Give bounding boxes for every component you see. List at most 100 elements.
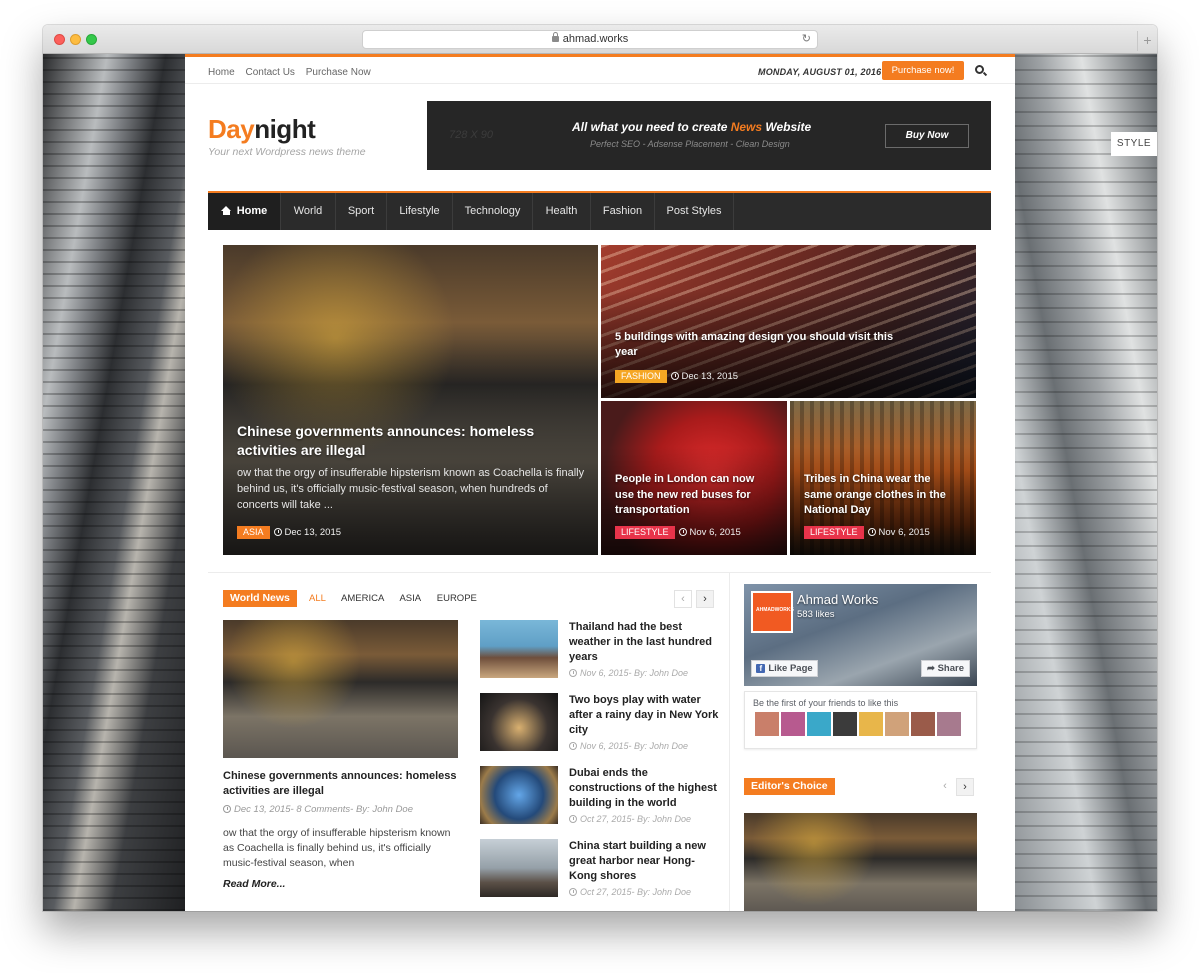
avatar[interactable]	[885, 712, 909, 736]
like-page-button[interactable]: f Like Page	[751, 660, 818, 677]
nav-item-world[interactable]: World	[281, 193, 336, 230]
featured-post-meta: FASHION Dec 13, 2015	[615, 370, 738, 383]
avatar[interactable]	[911, 712, 935, 736]
facebook-page-avatar[interactable]: AHMADWORKS	[751, 591, 794, 633]
category-tag[interactable]: LIFESTYLE	[804, 526, 864, 539]
featured-post-top-right[interactable]: 5 buildings with amazing design you shou…	[601, 245, 976, 398]
site-inner: Home Contact Us Purchase Now MONDAY, AUG…	[185, 54, 1015, 911]
filter-all[interactable]: ALL	[309, 593, 326, 604]
top-link-purchase[interactable]: Purchase Now	[306, 67, 371, 78]
post-thumbnail[interactable]	[480, 839, 558, 897]
zoom-window-button[interactable]	[86, 34, 97, 45]
facebook-icon: f	[756, 663, 766, 673]
post-thumbnail[interactable]	[480, 693, 558, 751]
friends-prompt: Be the first of your friends to like thi…	[753, 698, 899, 708]
address-bar[interactable]: ahmad.works ↻	[362, 30, 818, 49]
style-switcher-tab[interactable]: STYLE	[1111, 132, 1157, 156]
list-item[interactable]: Thailand had the best weather in the las…	[480, 620, 720, 682]
post-title[interactable]: China start building a new great harbor …	[569, 839, 719, 884]
search-icon[interactable]	[975, 65, 984, 74]
list-item[interactable]: Two boys play with water after a rainy d…	[480, 693, 720, 755]
post-title[interactable]: Dubai ends the constructions of the high…	[569, 766, 719, 811]
avatar[interactable]	[781, 712, 805, 736]
nav-item-lifestyle[interactable]: Lifestyle	[387, 193, 453, 230]
clock-icon	[569, 669, 577, 677]
share-label: Share	[937, 663, 964, 674]
read-more-link[interactable]: Read More...	[223, 878, 285, 890]
home-icon	[220, 206, 232, 215]
world-news-main-image[interactable]	[223, 620, 458, 758]
top-link-contact[interactable]: Contact Us	[245, 67, 294, 78]
category-tag[interactable]: LIFESTYLE	[615, 526, 675, 539]
next-arrow-button[interactable]: ›	[696, 590, 714, 608]
ad-banner[interactable]: 728 X 90 All what you need to create New…	[427, 101, 991, 170]
avatar[interactable]	[755, 712, 779, 736]
featured-main-title[interactable]: Chinese governments announces: homeless …	[237, 422, 567, 460]
featured-post-bottom-left[interactable]: People in London can now use the new red…	[601, 401, 787, 555]
banner-size-label: 728 X 90	[449, 129, 494, 141]
category-tag[interactable]: ASIA	[237, 526, 270, 539]
list-item[interactable]: China start building a new great harbor …	[480, 839, 720, 901]
banner-headline-pre: All what you need to create	[572, 120, 731, 134]
top-bar: Home Contact Us Purchase Now MONDAY, AUG…	[185, 57, 1015, 84]
clock-icon	[867, 528, 876, 536]
friend-avatars	[755, 712, 963, 741]
reload-icon[interactable]: ↻	[802, 31, 811, 48]
world-news-main-title[interactable]: Chinese governments announces: homeless …	[223, 769, 463, 799]
nav-item-home[interactable]: Home	[208, 193, 281, 230]
prev-arrow-button[interactable]: ‹	[674, 590, 692, 608]
featured-post-title[interactable]: Tribes in China wear the same orange clo…	[804, 472, 954, 519]
site-logo[interactable]: Daynight	[208, 114, 316, 145]
avatar[interactable]	[859, 712, 883, 736]
category-tag[interactable]: FASHION	[615, 370, 667, 383]
logo-part-2: night	[254, 114, 316, 144]
buy-now-button[interactable]: Buy Now	[885, 124, 969, 148]
filter-america[interactable]: AMERICA	[341, 593, 384, 604]
nav-item-technology[interactable]: Technology	[453, 193, 533, 230]
facebook-page-widget[interactable]: AHMADWORKS Ahmad Works 583 likes f Like P…	[744, 584, 977, 686]
nav-item-fashion[interactable]: Fashion	[591, 193, 655, 230]
editors-prev-arrow[interactable]: ‹	[936, 778, 954, 796]
site-tagline: Your next Wordpress news theme	[208, 146, 366, 158]
filter-asia[interactable]: ASIA	[399, 593, 421, 604]
post-thumbnail[interactable]	[480, 620, 558, 678]
banner-headline-post: Website	[762, 120, 812, 134]
featured-post-bottom-right[interactable]: Tribes in China wear the same orange clo…	[790, 401, 976, 555]
post-title[interactable]: Thailand had the best weather in the las…	[569, 620, 719, 665]
list-item[interactable]: Dubai ends the constructions of the high…	[480, 766, 720, 828]
featured-main-post[interactable]: Chinese governments announces: homeless …	[223, 245, 598, 555]
editors-choice-label: Editor's Choice	[744, 778, 835, 795]
nav-item-health[interactable]: Health	[533, 193, 591, 230]
browser-toolbar: ahmad.works ↻ +	[43, 25, 1157, 54]
editors-choice-image[interactable]	[744, 813, 977, 911]
nav-item-post-styles[interactable]: Post Styles	[655, 193, 734, 230]
url-text: ahmad.works	[562, 33, 629, 45]
world-news-label: World News	[223, 590, 297, 607]
featured-post-title[interactable]: 5 buildings with amazing design you shou…	[615, 330, 915, 360]
lock-icon	[551, 32, 559, 42]
post-meta: Oct 27, 2015- By: John Doe	[569, 814, 691, 824]
nav-item-sport[interactable]: Sport	[336, 193, 387, 230]
background-photo-right	[1015, 54, 1157, 911]
facebook-page-name[interactable]: Ahmad Works	[797, 592, 878, 607]
post-date: Nov 6, 2015	[878, 527, 930, 538]
clock-icon	[678, 528, 687, 536]
world-news-filters: ALL AMERICA ASIA EUROPE	[309, 593, 490, 604]
purchase-button[interactable]: Purchase now!	[882, 61, 964, 80]
top-link-home[interactable]: Home	[208, 67, 235, 78]
minimize-window-button[interactable]	[70, 34, 81, 45]
avatar[interactable]	[807, 712, 831, 736]
close-window-button[interactable]	[54, 34, 65, 45]
avatar[interactable]	[833, 712, 857, 736]
world-news-section: World News ALL AMERICA ASIA EUROPE ‹ › C…	[208, 572, 991, 911]
avatar[interactable]	[937, 712, 961, 736]
share-button[interactable]: ➦ Share	[921, 660, 970, 677]
new-tab-button[interactable]: +	[1137, 31, 1157, 51]
post-thumbnail[interactable]	[480, 766, 558, 824]
editors-next-arrow[interactable]: ›	[956, 778, 974, 796]
filter-europe[interactable]: EUROPE	[437, 593, 477, 604]
featured-post-title[interactable]: People in London can now use the new red…	[615, 472, 765, 519]
featured-grid: Chinese governments announces: homeless …	[208, 240, 991, 570]
post-meta: Nov 6, 2015- By: John Doe	[569, 668, 688, 678]
post-title[interactable]: Two boys play with water after a rainy d…	[569, 693, 719, 738]
